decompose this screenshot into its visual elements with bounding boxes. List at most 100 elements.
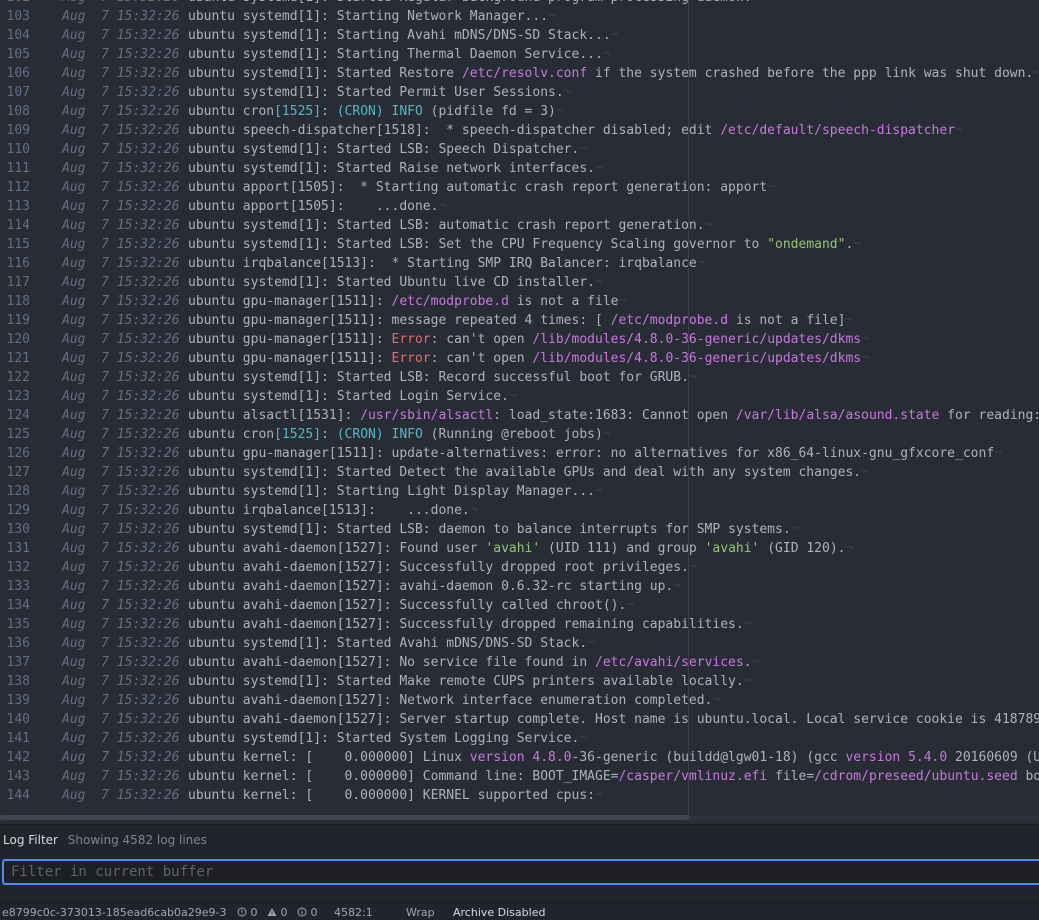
- soft-wrap-toggle[interactable]: Wrap: [406, 906, 435, 919]
- log-message: ubuntu apport[1505]: ...done.¬: [188, 199, 446, 214]
- log-text-segment: (Running @reboot jobs): [422, 427, 603, 442]
- log-message: ubuntu gpu-manager[1511]: update-alterna…: [188, 446, 1002, 461]
- log-line[interactable]: 130 Aug 7 15:32:26 ubuntu systemd[1]: Star…: [0, 520, 1039, 539]
- log-text-segment: /etc/modprobe.d: [391, 294, 509, 309]
- eol-marker: ¬: [688, 370, 697, 385]
- log-text-segment: ubuntu systemd[1]: Started Detect the av…: [188, 465, 862, 480]
- log-line[interactable]: 112 Aug 7 15:32:26 ubuntu apport[1505]: * …: [0, 178, 1039, 197]
- log-line[interactable]: 118 Aug 7 15:32:26 ubuntu gpu-manager[1511…: [0, 292, 1039, 311]
- line-number: 122: [6, 370, 30, 385]
- log-text-segment: ubuntu systemd[1]: Starting Thermal Daem…: [188, 47, 603, 62]
- log-timestamp: Aug 7 15:32:26: [62, 0, 182, 7]
- log-line[interactable]: 142 Aug 7 15:32:26 ubuntu kernel: [ 0.0000…: [0, 748, 1039, 767]
- log-line[interactable]: 110 Aug 7 15:32:26 ubuntu systemd[1]: Star…: [0, 140, 1039, 159]
- log-text-segment: ubuntu avahi-daemon[1527]: Successfully …: [188, 560, 689, 575]
- eol-marker: ¬: [751, 655, 760, 670]
- log-line[interactable]: 129 Aug 7 15:32:26 ubuntu irqbalance[1513]…: [0, 501, 1039, 520]
- log-line[interactable]: 116 Aug 7 15:32:26 ubuntu irqbalance[1513]…: [0, 254, 1039, 273]
- filter-input[interactable]: [2, 859, 1039, 885]
- line-number: 119: [6, 313, 30, 328]
- line-number: 134: [6, 598, 30, 613]
- line-number: 144: [6, 788, 30, 803]
- log-line[interactable]: 125 Aug 7 15:32:26 ubuntu cron[1525]: (CRO…: [0, 425, 1039, 444]
- log-timestamp: Aug 7 15:32:26: [62, 503, 180, 518]
- log-text-segment: bo: [1017, 769, 1039, 784]
- log-line[interactable]: 134 Aug 7 15:32:26 ubuntu avahi-daemon[152…: [0, 596, 1039, 615]
- log-line[interactable]: 115 Aug 7 15:32:26 ubuntu systemd[1]: Star…: [0, 235, 1039, 254]
- eol-marker: ¬: [579, 731, 588, 746]
- log-text-segment: /lib/modules/4.8.0-36-generic/updates/dk…: [532, 332, 862, 347]
- eol-marker: ¬: [696, 256, 705, 271]
- log-text-segment: ubuntu cron: [188, 427, 275, 442]
- log-line[interactable]: 102 Aug 7 15:32:26 ubuntu systemd[1]: Star…: [0, 0, 1039, 7]
- log-timestamp: Aug 7 15:32:26: [62, 142, 180, 157]
- log-line[interactable]: 108 Aug 7 15:32:26 ubuntu cron[1525]: (CRO…: [0, 102, 1039, 121]
- log-text-segment: ubuntu systemd[1]: Starting Avahi mDNS/D…: [188, 28, 611, 43]
- log-line[interactable]: 126 Aug 7 15:32:26 ubuntu gpu-manager[1511…: [0, 444, 1039, 463]
- log-line[interactable]: 113 Aug 7 15:32:26 ubuntu apport[1505]: ..…: [0, 197, 1039, 216]
- log-line[interactable]: 123 Aug 7 15:32:26 ubuntu systemd[1]: Star…: [0, 387, 1039, 406]
- log-line[interactable]: 107 Aug 7 15:32:26 ubuntu systemd[1]: Star…: [0, 83, 1039, 102]
- log-line[interactable]: 109 Aug 7 15:32:26 ubuntu speech-dispatche…: [0, 121, 1039, 140]
- log-line[interactable]: 132 Aug 7 15:32:26 ubuntu avahi-daemon[152…: [0, 558, 1039, 577]
- log-line[interactable]: 106 Aug 7 15:32:26 ubuntu systemd[1]: Star…: [0, 64, 1039, 83]
- log-line[interactable]: 121 Aug 7 15:32:26 ubuntu gpu-manager[1511…: [0, 349, 1039, 368]
- line-number: 106: [6, 66, 30, 81]
- log-line[interactable]: 140 Aug 7 15:32:26 ubuntu avahi-daemon[152…: [0, 710, 1039, 729]
- log-text-segment: /lib/modules/4.8.0-36-generic/updates/dk…: [532, 351, 862, 366]
- log-timestamp: Aug 7 15:32:26: [62, 370, 180, 385]
- panel-title: Log Filter: [3, 833, 58, 847]
- log-line[interactable]: 111 Aug 7 15:32:26 ubuntu systemd[1]: Star…: [0, 159, 1039, 178]
- log-text-segment: /casper/vmlinuz.efi: [618, 769, 768, 784]
- log-message: ubuntu kernel: [ 0.000000] Command line:…: [188, 769, 1039, 784]
- log-line[interactable]: 119 Aug 7 15:32:26 ubuntu gpu-manager[1511…: [0, 311, 1039, 330]
- log-message: ubuntu systemd[1]: Started Detect the av…: [188, 465, 869, 480]
- log-message: ubuntu systemd[1]: Started LSB: Record s…: [188, 370, 697, 385]
- diagnostics-summary[interactable]: 0 0 0: [237, 906, 324, 919]
- archive-status[interactable]: Archive Disabled: [453, 906, 545, 919]
- log-line[interactable]: 135 Aug 7 15:32:26 ubuntu avahi-daemon[152…: [0, 615, 1039, 634]
- buffer-id[interactable]: e8799c0c-373013-185ead6cab0a29e9-3: [2, 906, 227, 919]
- log-timestamp: Aug 7 15:32:26: [62, 769, 180, 784]
- log-line[interactable]: 127 Aug 7 15:32:26 ubuntu systemd[1]: Star…: [0, 463, 1039, 482]
- log-line[interactable]: 122 Aug 7 15:32:26 ubuntu systemd[1]: Star…: [0, 368, 1039, 387]
- log-editor[interactable]: 102 Aug 7 15:32:26 ubuntu systemd[1]: Star…: [0, 0, 1039, 824]
- log-line[interactable]: 144 Aug 7 15:32:26 ubuntu kernel: [ 0.0000…: [0, 786, 1039, 805]
- log-line[interactable]: 143 Aug 7 15:32:26 ubuntu kernel: [ 0.0000…: [0, 767, 1039, 786]
- log-line[interactable]: 128 Aug 7 15:32:26 ubuntu systemd[1]: Star…: [0, 482, 1039, 501]
- log-line[interactable]: 120 Aug 7 15:32:26 ubuntu gpu-manager[1511…: [0, 330, 1039, 349]
- log-text-segment: "ondemand": [767, 237, 846, 252]
- log-message: ubuntu avahi-daemon[1527]: Server startu…: [188, 712, 1039, 727]
- cursor-position[interactable]: 4582:1: [334, 906, 373, 919]
- log-text-segment: ubuntu systemd[1]: Started LSB: daemon t…: [188, 522, 791, 537]
- log-line[interactable]: 103 Aug 7 15:32:26 ubuntu systemd[1]: Star…: [0, 7, 1039, 26]
- eol-marker: ¬: [595, 161, 603, 176]
- log-text-segment: ubuntu systemd[1]: Started Permit User S…: [188, 85, 564, 100]
- log-line[interactable]: 114 Aug 7 15:32:26 ubuntu systemd[1]: Star…: [0, 216, 1039, 235]
- eol-marker: ¬: [743, 617, 752, 632]
- log-line[interactable]: 137 Aug 7 15:32:26 ubuntu avahi-daemon[152…: [0, 653, 1039, 672]
- log-line[interactable]: 138 Aug 7 15:32:26 ubuntu systemd[1]: Star…: [0, 672, 1039, 691]
- log-message: ubuntu systemd[1]: Starting Thermal Daem…: [188, 47, 611, 62]
- eol-marker: ¬: [610, 28, 619, 43]
- log-line[interactable]: 105 Aug 7 15:32:26 ubuntu systemd[1]: Star…: [0, 45, 1039, 64]
- log-line[interactable]: 124 Aug 7 15:32:26 ubuntu alsactl[1531]: /…: [0, 406, 1039, 425]
- log-text-segment: ubuntu kernel: [ 0.000000] Linux: [188, 750, 470, 765]
- log-message: ubuntu gpu-manager[1511]: Error: can't o…: [188, 351, 869, 366]
- log-text-segment: [1525]: [274, 104, 322, 119]
- horizontal-scrollbar-thumb[interactable]: [0, 815, 690, 820]
- log-timestamp: Aug 7 15:32:26: [62, 693, 180, 708]
- log-line[interactable]: 141 Aug 7 15:32:26 ubuntu systemd[1]: Star…: [0, 729, 1039, 748]
- log-line[interactable]: 136 Aug 7 15:32:26 ubuntu systemd[1]: Star…: [0, 634, 1039, 653]
- log-line[interactable]: 133 Aug 7 15:32:26 ubuntu avahi-daemon[152…: [0, 577, 1039, 596]
- log-message: ubuntu systemd[1]: Started LSB: automati…: [188, 218, 712, 233]
- log-line[interactable]: 104 Aug 7 15:32:26 ubuntu systemd[1]: Star…: [0, 26, 1039, 45]
- log-line[interactable]: 117 Aug 7 15:32:26 ubuntu systemd[1]: Star…: [0, 273, 1039, 292]
- log-message: ubuntu apport[1505]: * Starting automati…: [188, 180, 775, 195]
- log-timestamp: Aug 7 15:32:26: [62, 465, 180, 480]
- log-message: ubuntu gpu-manager[1511]: message repeat…: [188, 313, 853, 328]
- eol-marker: ¬: [712, 693, 721, 708]
- log-line[interactable]: 139 Aug 7 15:32:26 ubuntu avahi-daemon[152…: [0, 691, 1039, 710]
- log-text-segment: ubuntu avahi-daemon[1527]: Successfully …: [188, 617, 744, 632]
- log-line[interactable]: 131 Aug 7 15:32:26 ubuntu avahi-daemon[152…: [0, 539, 1039, 558]
